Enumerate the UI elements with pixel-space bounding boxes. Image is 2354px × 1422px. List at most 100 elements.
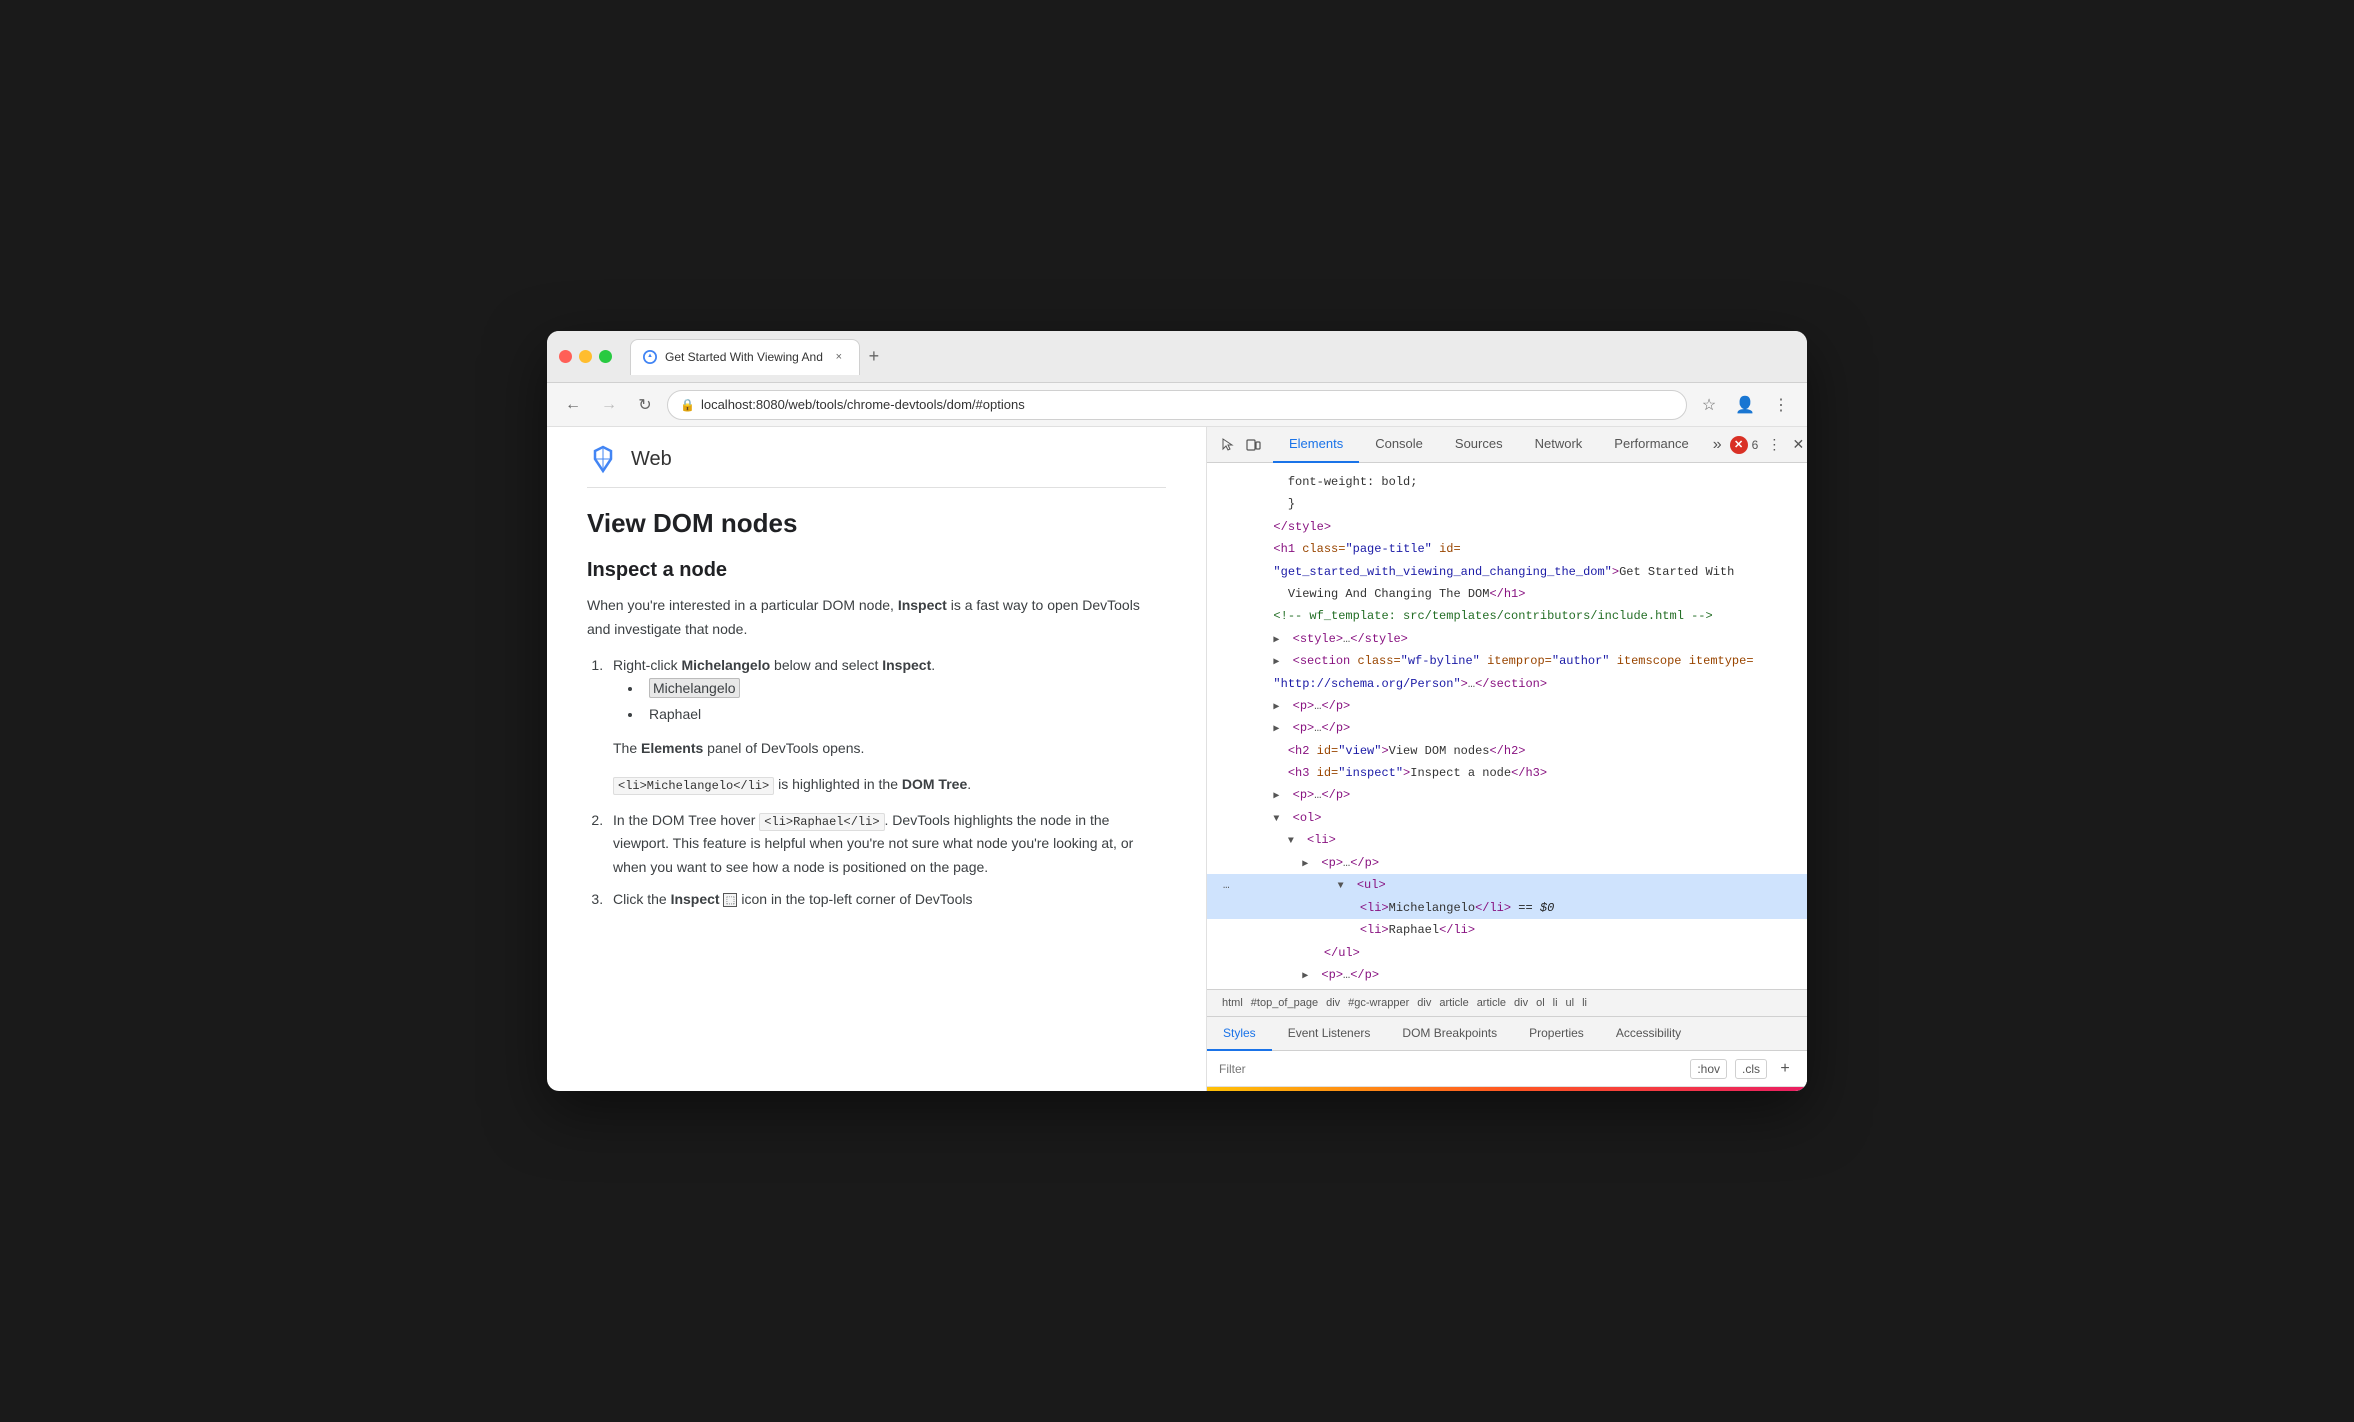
expand-arrow-icon[interactable]: ▶	[1273, 699, 1285, 716]
dom-tag: <style>	[1293, 632, 1343, 646]
bookmark-button[interactable]: ☆	[1695, 391, 1723, 419]
reload-button[interactable]: ↻	[631, 391, 659, 419]
expand-arrow-icon[interactable]: ▶	[1273, 654, 1285, 671]
code-li-raphael: <li>Raphael</li>	[759, 813, 884, 831]
dom-line: ▶ <p>…</p>	[1207, 852, 1807, 874]
elements-panel-text: The Elements panel of DevTools opens.	[613, 737, 1166, 761]
dom-attr: itemprop=	[1480, 654, 1552, 668]
filter-cls-button[interactable]: .cls	[1735, 1059, 1767, 1079]
expand-arrow-icon[interactable]: ▼	[1288, 833, 1300, 850]
tab-event-listeners[interactable]: Event Listeners	[1272, 1017, 1387, 1051]
dom-tree: font-weight: bold; } </style> <h1 class=…	[1207, 463, 1807, 989]
breadcrumb-top-of-page[interactable]: #top_of_page	[1248, 996, 1321, 1010]
expand-arrow-icon[interactable]: ▼	[1273, 811, 1285, 828]
device-toggle-button[interactable]	[1241, 433, 1265, 457]
devtools-menu-button[interactable]: ⋮	[1762, 433, 1786, 457]
dom-line: </ul>	[1207, 942, 1807, 964]
dom-indent	[1223, 856, 1295, 870]
close-traffic-light[interactable]	[559, 350, 572, 363]
dom-attr-val: "get_started_with_viewing_and_changing_t…	[1273, 565, 1611, 579]
back-button[interactable]: ←	[559, 391, 587, 419]
bold-elements: Elements	[641, 740, 703, 756]
breadcrumb-ol[interactable]: ol	[1533, 996, 1548, 1010]
dom-tag: <p>	[1321, 968, 1343, 982]
devtools-close-button[interactable]: ✕	[1786, 433, 1807, 457]
active-tab[interactable]: Get Started With Viewing And ×	[630, 339, 860, 375]
filter-plus-button[interactable]: +	[1775, 1059, 1795, 1079]
breadcrumb-gc-wrapper[interactable]: #gc-wrapper	[1345, 996, 1412, 1010]
filter-hov-button[interactable]: :hov	[1690, 1059, 1727, 1079]
breadcrumb-ul[interactable]: ul	[1563, 996, 1578, 1010]
maximize-traffic-light[interactable]	[599, 350, 612, 363]
tab-dom-breakpoints[interactable]: DOM Breakpoints	[1386, 1017, 1513, 1051]
dom-line: <h2 id="view">View DOM nodes</h2>	[1207, 740, 1807, 762]
breadcrumb-html[interactable]: html	[1219, 996, 1246, 1010]
device-icon	[1245, 437, 1261, 453]
dom-indent	[1223, 901, 1353, 915]
tab-network[interactable]: Network	[1519, 427, 1599, 463]
chrome-menu-button[interactable]: ⋮	[1767, 391, 1795, 419]
dom-indent	[1223, 475, 1281, 489]
dom-tag: <li>	[1360, 901, 1389, 915]
dom-breadcrumb-bar: html #top_of_page div #gc-wrapper div ar…	[1207, 989, 1807, 1017]
account-button[interactable]: 👤	[1731, 391, 1759, 419]
tab-elements[interactable]: Elements	[1273, 427, 1359, 463]
dom-line: Viewing And Changing The DOM</h1>	[1207, 583, 1807, 605]
dom-indent	[1223, 497, 1281, 511]
expand-arrow-icon[interactable]: ▼	[1338, 878, 1350, 895]
dom-indent	[1223, 699, 1266, 713]
dom-tag: <p>	[1293, 788, 1315, 802]
dom-text: View DOM nodes	[1389, 744, 1490, 758]
breadcrumb-article1[interactable]: article	[1436, 996, 1471, 1010]
tab-properties[interactable]: Properties	[1513, 1017, 1600, 1051]
expand-arrow-icon[interactable]: ▶	[1273, 632, 1285, 649]
tab-accessibility[interactable]: Accessibility	[1600, 1017, 1697, 1051]
dom-line: ▶ <style>…</style>	[1207, 628, 1807, 650]
expand-arrow-icon[interactable]: ▶	[1273, 721, 1285, 738]
breadcrumb-div1[interactable]: div	[1323, 996, 1343, 1010]
filter-input[interactable]	[1219, 1062, 1682, 1076]
dom-line: ▼ <li>	[1207, 829, 1807, 851]
bold-inspect-step3: Inspect	[671, 891, 720, 907]
highlighted-code-text: <li>Michelangelo</li> is highlighted in …	[613, 773, 1166, 797]
minimize-traffic-light[interactable]	[579, 350, 592, 363]
dom-attr: id=	[1317, 744, 1339, 758]
breadcrumb-div2[interactable]: div	[1414, 996, 1434, 1010]
tab-performance[interactable]: Performance	[1598, 427, 1704, 463]
breadcrumb-div3[interactable]: div	[1511, 996, 1531, 1010]
dom-line: ▶ <section class="wf-byline" itemprop="a…	[1207, 650, 1807, 672]
devtools-toolbar-actions: ⋮ ✕	[1762, 433, 1807, 457]
expand-arrow-icon[interactable]: ▶	[1302, 856, 1314, 873]
expand-arrow-icon[interactable]: ▶	[1302, 968, 1314, 985]
tab-sources[interactable]: Sources	[1439, 427, 1519, 463]
new-tab-button[interactable]: +	[860, 343, 888, 371]
dom-attr-val: "wf-byline"	[1401, 654, 1480, 668]
breadcrumb-li[interactable]: li	[1550, 996, 1561, 1010]
dom-indent	[1223, 587, 1281, 601]
dom-tag: </p>	[1321, 788, 1350, 802]
dom-indent	[1223, 654, 1266, 668]
dom-line: <li>Raphael</li>	[1207, 919, 1807, 941]
instruction-step-1: Right-click Michelangelo below and selec…	[607, 654, 1166, 797]
browser-window: Get Started With Viewing And × + ← → ↻ 🔒…	[547, 331, 1807, 1091]
breadcrumb-li2[interactable]: li	[1579, 996, 1590, 1010]
error-badge[interactable]: ✕ 6	[1730, 436, 1759, 454]
dom-tag: <li>	[1360, 923, 1389, 937]
dom-line: <h1 class="page-title" id=	[1207, 538, 1807, 560]
tab-console[interactable]: Console	[1359, 427, 1439, 463]
tab-close-button[interactable]: ×	[831, 349, 847, 365]
dom-indent	[1223, 968, 1295, 982]
inspect-element-button[interactable]	[1215, 433, 1239, 457]
tab-styles[interactable]: Styles	[1207, 1017, 1272, 1051]
dom-tag: </h1>	[1489, 587, 1525, 601]
forward-button[interactable]: →	[595, 391, 623, 419]
dom-indent	[1223, 744, 1281, 758]
url-bar[interactable]: 🔒 localhost:8080/web/tools/chrome-devtoo…	[667, 390, 1687, 420]
breadcrumb-article2[interactable]: article	[1474, 996, 1509, 1010]
more-tabs-button[interactable]: »	[1705, 427, 1730, 463]
dom-tag: <p>	[1321, 856, 1343, 870]
dom-tag: <section	[1293, 654, 1358, 668]
dom-comment: <!-- wf_template: src/templates/contribu…	[1273, 609, 1712, 623]
intro-bold-inspect: Inspect	[898, 597, 947, 613]
expand-arrow-icon[interactable]: ▶	[1273, 788, 1285, 805]
